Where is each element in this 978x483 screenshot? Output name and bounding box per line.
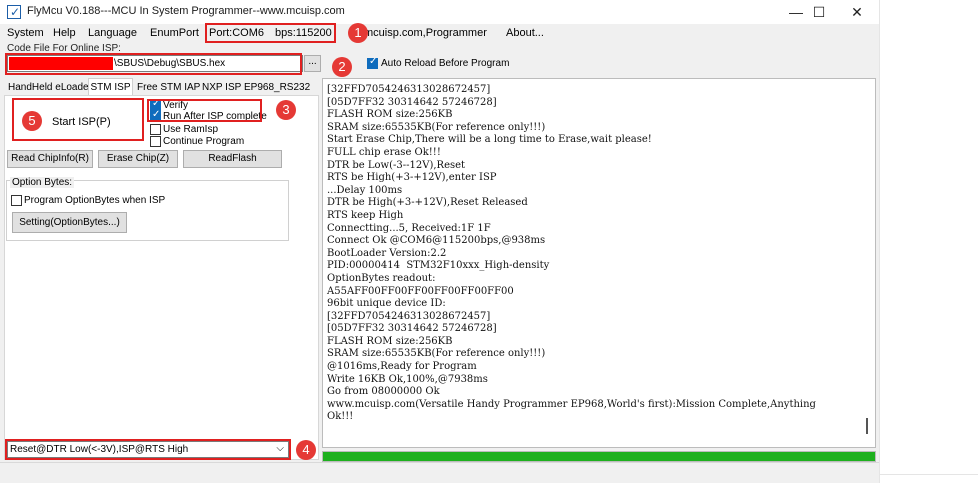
- log-line: FLASH ROM size:256KB: [327, 335, 453, 347]
- browse-button[interactable]: ...: [304, 55, 321, 72]
- menu-mcuisp-site[interactable]: mcuisp.com,Programmer: [364, 27, 487, 39]
- annotation-box-port: [205, 23, 336, 43]
- log-line: Ok!!!: [327, 411, 354, 423]
- annotation-badge-1: 1: [348, 23, 368, 43]
- annotation-badge-2: 2: [332, 57, 352, 77]
- log-output[interactable]: [32FFD7054246313028672457] [05D7FF32 3031…: [322, 78, 876, 448]
- progress-bar: [322, 451, 876, 462]
- app-logo-icon: ✓: [7, 5, 21, 19]
- tab-handheld-eloader[interactable]: HandHeld eLoader: [8, 80, 92, 95]
- tab-nxp-isp[interactable]: NXP ISP: [202, 80, 241, 95]
- log-line: @1016ms,Ready for Program: [327, 361, 477, 373]
- program-optionbytes-label: Program OptionBytes when ISP: [24, 195, 166, 206]
- log-line: [05D7FF32 30314642 57246728]: [327, 323, 497, 335]
- tab-ep968-rs232[interactable]: EP968_RS232: [244, 80, 310, 95]
- log-line: BootLoader Version:2.2: [327, 247, 447, 259]
- close-button[interactable]: ✕: [834, 0, 880, 24]
- menu-language[interactable]: Language: [88, 27, 137, 39]
- log-line: Go from 08000000 Ok: [327, 386, 440, 398]
- read-chipinfo-button[interactable]: Read ChipInfo(R): [7, 150, 93, 168]
- title-bar: ✓ FlyMcu V0.188---MCU In System Programm…: [0, 0, 879, 24]
- log-line: A55AFF00FF00FF00FF00FF00FF00: [327, 285, 514, 297]
- log-line: RTS be High(+3-+12V),enter ISP: [327, 172, 497, 184]
- log-line: ...Delay 100ms: [327, 184, 403, 196]
- annotation-badge-4: 4: [296, 440, 316, 460]
- log-line: [32FFD7054246313028672457]: [327, 84, 491, 95]
- log-line: FULL chip erase Ok!!!: [327, 146, 441, 158]
- log-line: 96bit unique device ID:: [327, 298, 446, 310]
- window-title: FlyMcu V0.188---MCU In System Programmer…: [27, 5, 345, 17]
- menu-enumport[interactable]: EnumPort: [150, 27, 199, 39]
- log-line: [05D7FF32 30314642 57246728]: [327, 96, 497, 108]
- log-line: www.mcuisp.com(Versatile Handy Programme…: [327, 398, 816, 410]
- tab-stm-isp[interactable]: STM ISP: [88, 78, 133, 96]
- log-line: DTR be Low(-3--12V),Reset: [327, 159, 466, 171]
- read-flash-button[interactable]: ReadFlash: [183, 150, 282, 168]
- log-line: SRAM size:65535KB(For reference only!!!): [327, 348, 546, 360]
- log-line: SRAM size:65535KB(For reference only!!!): [327, 121, 546, 133]
- status-bar: [0, 462, 879, 483]
- menu-system[interactable]: System: [7, 27, 44, 39]
- auto-reload-checkbox[interactable]: [367, 56, 378, 69]
- log-line: OptionBytes readout:: [327, 272, 436, 284]
- option-bytes-title: Option Bytes:: [10, 177, 75, 188]
- continue-program-label: Continue Program: [163, 136, 245, 147]
- log-line: Start Erase Chip,There will be a long ti…: [327, 134, 652, 146]
- program-optionbytes-checkbox[interactable]: [11, 195, 22, 206]
- tab-free-stm-iap[interactable]: Free STM IAP: [137, 80, 200, 95]
- log-scrollbar-thumb[interactable]: [866, 418, 868, 434]
- background-divider: [879, 474, 978, 475]
- erase-chip-button[interactable]: Erase Chip(Z): [98, 150, 178, 168]
- menu-help[interactable]: Help: [53, 27, 76, 39]
- background-area: [879, 0, 978, 483]
- menu-about[interactable]: About...: [506, 27, 544, 39]
- use-ramisp-label: Use RamIsp: [163, 124, 219, 135]
- log-line: Write 16KB Ok,100%,@7938ms: [327, 373, 488, 385]
- log-line: RTS keep High: [327, 209, 404, 221]
- log-line: FLASH ROM size:256KB: [327, 109, 453, 121]
- auto-reload-label: Auto Reload Before Program: [381, 58, 510, 69]
- continue-program-checkbox[interactable]: [150, 136, 161, 147]
- setting-optionbytes-button[interactable]: Setting(OptionBytes...): [12, 212, 127, 233]
- log-line: Connectting...5, Received:1F 1F: [327, 222, 491, 234]
- log-line: PID:00000414 STM32F10xxx_High-density: [327, 260, 550, 272]
- log-line: Connect Ok @COM6@115200bps,@938ms: [327, 235, 546, 247]
- annotation-box-options: [147, 99, 262, 122]
- annotation-box-file: [5, 53, 302, 75]
- log-line: [32FFD7054246313028672457]: [327, 310, 491, 322]
- annotation-badge-5: 5: [22, 111, 42, 131]
- annotation-badge-3: 3: [276, 100, 296, 120]
- start-isp-label: Start ISP(P): [52, 116, 111, 128]
- log-lines: [32FFD7054246313028672457] [05D7FF32 3031…: [327, 84, 816, 424]
- use-ramisp-checkbox[interactable]: [150, 124, 161, 135]
- log-line: DTR be High(+3-+12V),Reset Released: [327, 197, 528, 209]
- annotation-box-reset: [5, 439, 291, 460]
